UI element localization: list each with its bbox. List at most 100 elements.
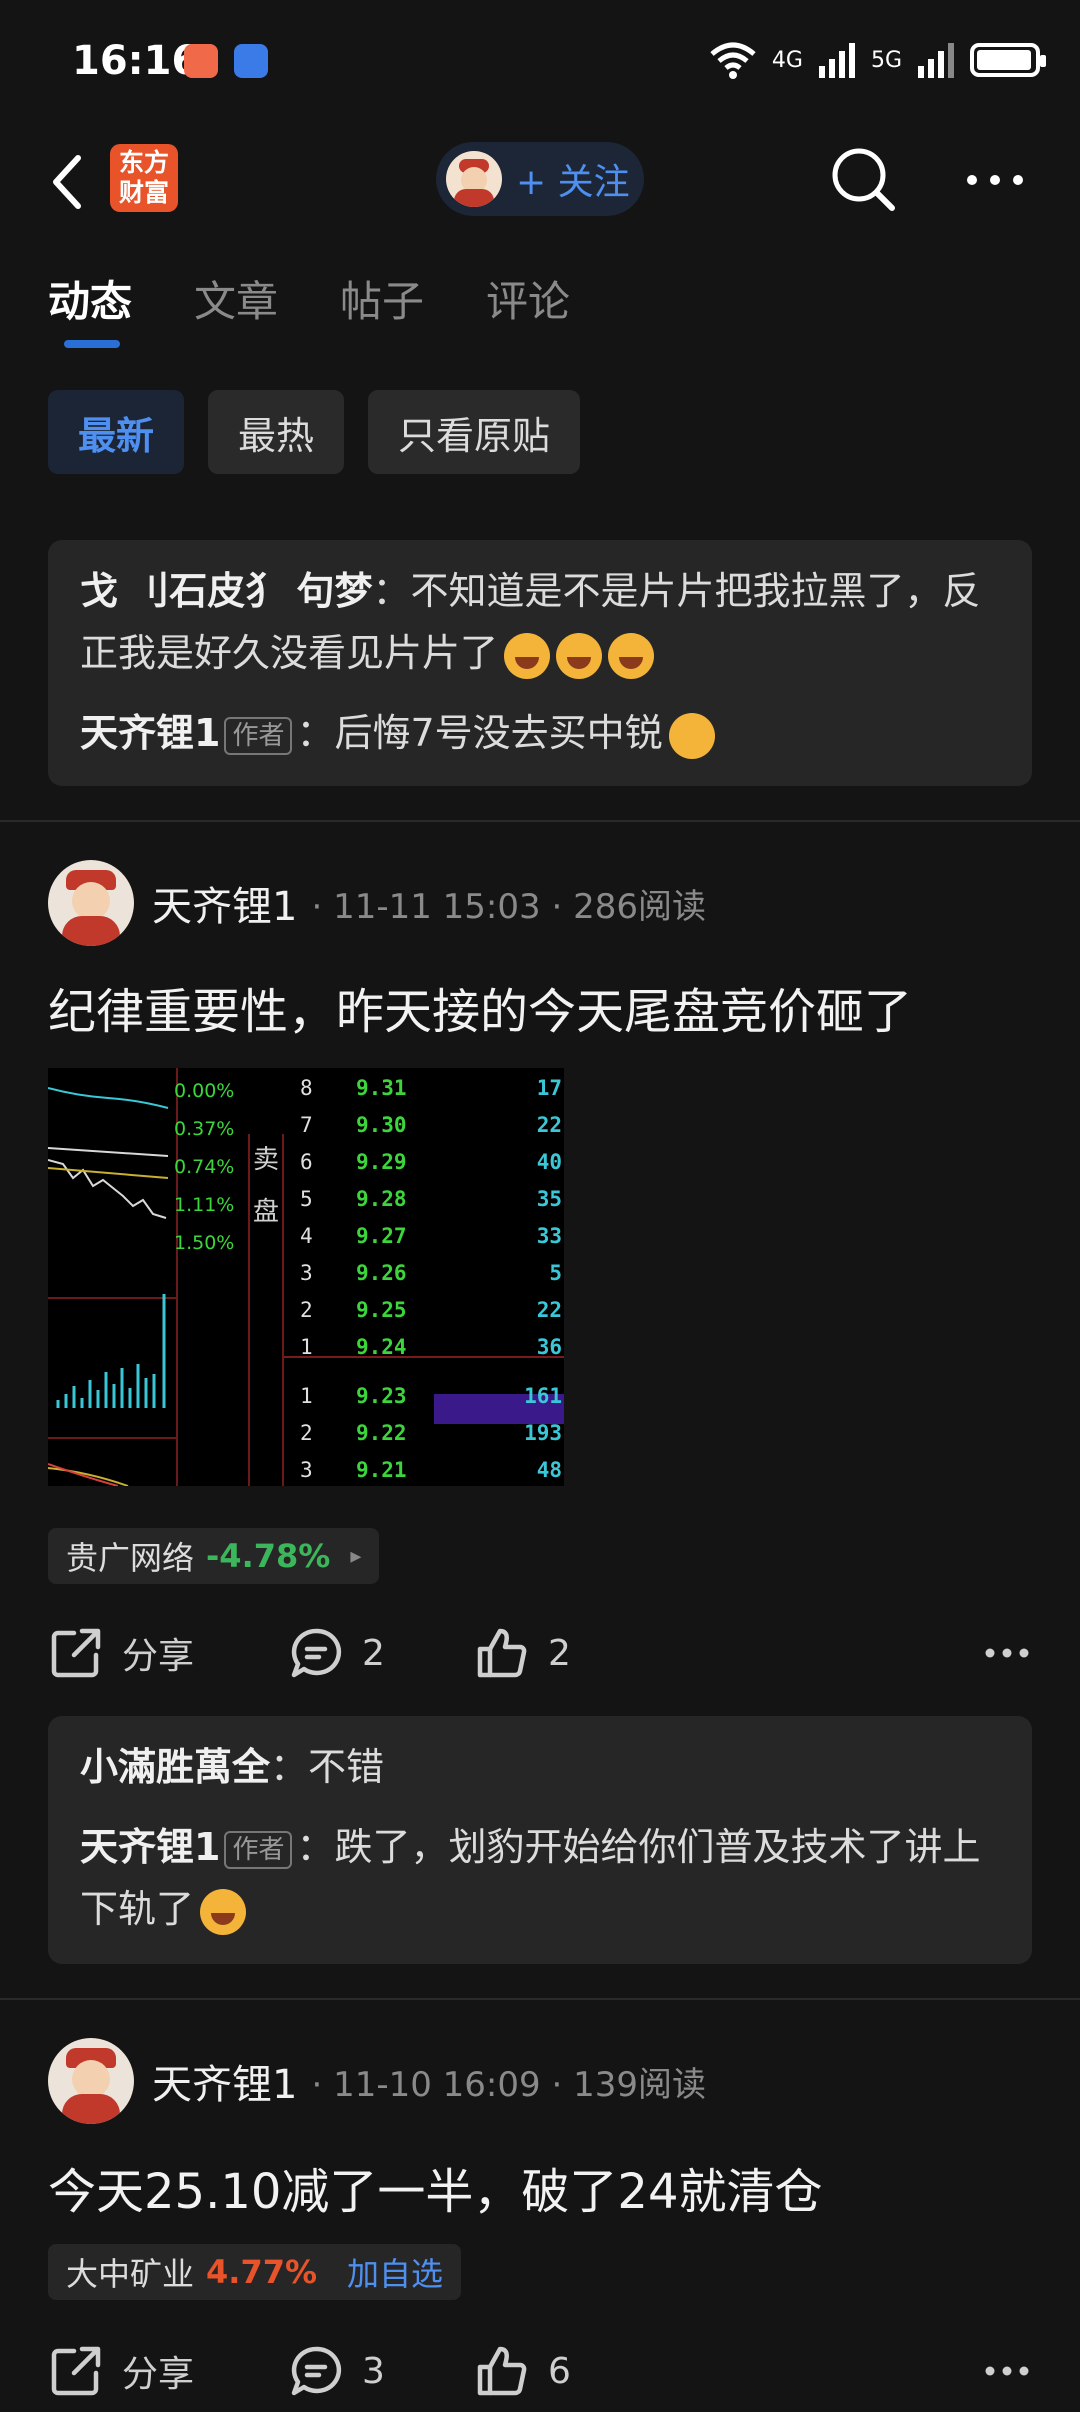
tab-articles[interactable]: 文章 [194, 268, 278, 329]
network-5g-label: 5G [870, 47, 902, 73]
post-actions: 分享 3 6 [48, 2336, 1032, 2406]
order-book-row: 1 9.23 161 [284, 1384, 564, 1418]
comment-item: 天齐锂1 作者 ：后悔7号没去买中锐 [80, 702, 1000, 764]
order-price: 9.24 [356, 1335, 407, 1359]
like-count: 2 [548, 1632, 571, 1674]
tab-posts[interactable]: 帖子 [340, 268, 424, 329]
order-book-row: 6 9.29 40 [284, 1150, 564, 1184]
post-actions: 分享 2 2 [48, 1618, 1032, 1688]
thinking-emoji-icon [668, 712, 715, 759]
comment-preview[interactable]: 戈 刂石皮犭 句梦：不知道是不是片片把我拉黑了，反正我是好久没看见片片了 天齐锂… [48, 540, 1032, 786]
avatar[interactable] [48, 860, 134, 946]
comment-author[interactable]: 戈 刂石皮犭 句梦 [80, 569, 372, 613]
stock-name: 贵广网络 [66, 1539, 195, 1577]
post-meta: · 11-11 15:03 · 286阅读 [311, 886, 706, 927]
filter-latest[interactable]: 最新 [48, 390, 185, 474]
comment-text: 后悔7号没去买中锐 [334, 711, 663, 755]
order-volume: 48 [536, 1458, 562, 1482]
order-book-row: 2 9.22 193 [284, 1421, 564, 1455]
order-book-row: 7 9.30 22 [284, 1113, 564, 1147]
order-price: 9.22 [356, 1421, 407, 1445]
more-options-icon[interactable] [982, 2361, 1032, 2381]
stock-change: -4.78% [206, 1537, 331, 1575]
post-image-stock-chart[interactable]: 0.00% 0.37% 0.74% 1.11% 1.50% 卖盘 8 9.31 17… [48, 1068, 564, 1486]
laughing-emoji-icon [556, 632, 603, 679]
order-level: 4 [300, 1224, 313, 1248]
add-to-watchlist-button[interactable]: 加自选 [347, 2249, 443, 2295]
order-level: 2 [300, 1421, 313, 1445]
crying-laughing-emoji-icon [200, 1888, 247, 1935]
intraday-mini-chart [48, 1068, 178, 1486]
signal-icon [918, 43, 954, 78]
laughing-emoji-icon [608, 632, 655, 679]
comment-author[interactable]: 小滿胜萬全 [80, 1745, 270, 1789]
user-avatar [446, 151, 502, 207]
app-logo: 东方 财富 [110, 144, 178, 212]
share-icon [51, 1628, 101, 1678]
order-volume: 40 [536, 1150, 562, 1174]
order-volume: 35 [536, 1187, 562, 1211]
post-title[interactable]: 纪律重要性，昨天接的今天尾盘竞价砸了 [48, 972, 912, 1042]
comment-count: 2 [362, 1632, 385, 1674]
post-divider [0, 1998, 1080, 2000]
order-volume: 33 [536, 1224, 562, 1248]
like-button[interactable]: 6 [474, 2343, 571, 2399]
order-volume: 5 [549, 1261, 562, 1285]
comment-button[interactable]: 2 [288, 1625, 474, 1681]
order-level: 1 [300, 1384, 313, 1408]
author-badge: 作者 [224, 1830, 293, 1869]
post-author[interactable]: 天齐锂1 [152, 2052, 297, 2110]
filter-original-only[interactable]: 只看原贴 [368, 390, 581, 474]
more-options-icon[interactable] [960, 152, 1030, 208]
post-title[interactable]: 今天25.10减了一半，破了24就清仓 [48, 2152, 823, 2222]
comment-author[interactable]: 天齐锂1 [80, 711, 220, 755]
comment-item: 天齐锂1 作者 ：跌了，划豹开始给你们普及技术了讲上下轨了 [80, 1816, 1000, 1940]
percent-scale: 0.00% 0.37% 0.74% 1.11% 1.50% [174, 1080, 235, 1254]
share-button[interactable]: 分享 [48, 2343, 288, 2399]
status-bar: 16:16 4G 5G [0, 0, 1080, 124]
tab-dynamics[interactable]: 动态 [48, 268, 132, 329]
order-level: 8 [300, 1076, 313, 1100]
tab-comments[interactable]: 评论 [486, 268, 570, 329]
stock-tag[interactable]: 大中矿业 4.77% 加自选 [48, 2244, 462, 2300]
back-arrow-icon[interactable] [44, 152, 94, 212]
order-price: 9.27 [356, 1224, 407, 1248]
like-button[interactable]: 2 [474, 1625, 571, 1681]
order-level: 5 [300, 1187, 313, 1211]
sell-side-label: 卖盘 [248, 1134, 284, 1486]
status-time: 16:16 [72, 38, 200, 84]
order-volume: 36 [536, 1335, 562, 1359]
comment-count: 3 [362, 2350, 385, 2392]
avatar[interactable] [48, 2038, 134, 2124]
more-options-icon[interactable] [982, 1643, 1032, 1663]
order-level: 1 [300, 1335, 313, 1359]
stock-change: 4.77% [206, 2253, 318, 2291]
post-meta: · 11-10 16:09 · 139阅读 [311, 2064, 706, 2105]
battery-icon [970, 43, 1046, 77]
comment-item: 戈 刂石皮犭 句梦：不知道是不是片片把我拉黑了，反正我是好久没看见片片了 [80, 560, 1000, 684]
comment-preview[interactable]: 小滿胜萬全：不错 天齐锂1 作者 ：跌了，划豹开始给你们普及技术了讲上下轨了 [48, 1716, 1032, 1964]
filter-hottest[interactable]: 最热 [208, 390, 345, 474]
post-author[interactable]: 天齐锂1 [152, 874, 297, 932]
order-level: 2 [300, 1298, 313, 1322]
order-book-row: 2 9.25 22 [284, 1298, 564, 1332]
follow-button[interactable]: + 关注 [436, 142, 644, 216]
post-divider [0, 820, 1080, 822]
share-button[interactable]: 分享 [48, 1625, 288, 1681]
search-icon[interactable] [828, 144, 898, 214]
stock-tag[interactable]: 贵广网络 -4.78% ▸ [48, 1528, 380, 1584]
comment-button[interactable]: 3 [288, 2343, 474, 2399]
order-price: 9.28 [356, 1187, 407, 1211]
network-4g-label: 4G [771, 47, 803, 73]
follow-label: + 关注 [516, 162, 630, 203]
order-volume: 22 [536, 1298, 562, 1322]
order-level: 3 [300, 1261, 313, 1285]
notification-app-icon [234, 44, 268, 78]
stock-name: 大中矿业 [66, 2255, 195, 2293]
comment-author[interactable]: 天齐锂1 [80, 1825, 220, 1869]
order-level: 6 [300, 1150, 313, 1174]
sort-filters: 最新 最热 只看原贴 [48, 390, 581, 474]
thumbs-up-icon [477, 2346, 527, 2396]
order-book: 8 9.31 17 7 9.30 22 6 9.29 40 5 9.28 35 4 9.27 33 3 9.26… [284, 1068, 564, 1486]
wifi-icon [710, 42, 756, 79]
